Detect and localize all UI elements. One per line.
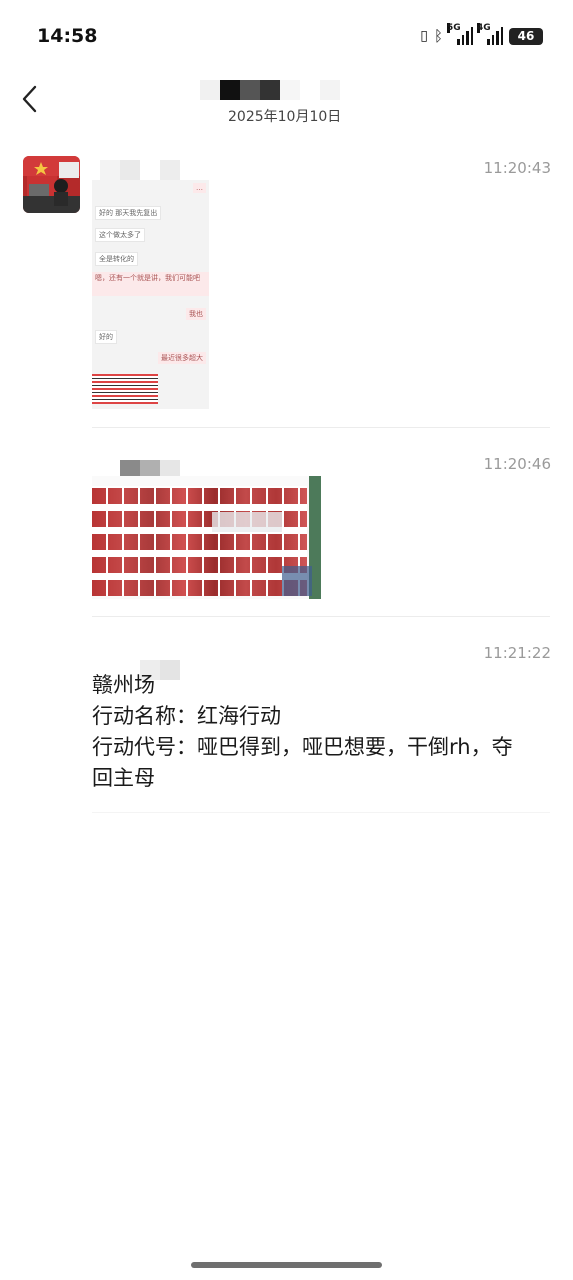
image-message-chat-screenshot[interactable]: … 好的 那天我先复出 这个做太多了 全是转化的 嗯，还有一个就是讲，我们可能吧… — [92, 180, 209, 409]
vibrate-icon: ▯ — [420, 28, 428, 44]
home-indicator[interactable] — [191, 1262, 382, 1268]
signal-5g-icon: 5G — [447, 23, 473, 45]
message-time: 11:21:22 — [483, 644, 551, 662]
back-chevron-icon[interactable] — [18, 84, 44, 114]
status-icons: ▯ ᛒ 5G 4G 46 — [420, 23, 543, 45]
text-message: 赣州场 行动名称：红海行动 行动代号：哑巴得到，哑巴想要，干倒rh，夺回主母 — [92, 673, 513, 790]
message-time: 11:20:43 — [483, 159, 551, 177]
battery-icon: 46 — [509, 27, 543, 45]
chat-date: 2025年10月10日 — [228, 109, 342, 125]
bluetooth-icon: ᛒ — [433, 27, 443, 45]
message-divider — [92, 427, 550, 428]
image-message-video-grid[interactable] — [92, 476, 321, 599]
signal-4g-icon: 4G — [477, 23, 503, 45]
message-time: 11:20:46 — [483, 455, 551, 473]
avatar[interactable] — [23, 156, 80, 213]
message-divider — [92, 812, 550, 813]
status-time: 14:58 — [37, 25, 98, 47]
message-divider — [92, 616, 550, 617]
